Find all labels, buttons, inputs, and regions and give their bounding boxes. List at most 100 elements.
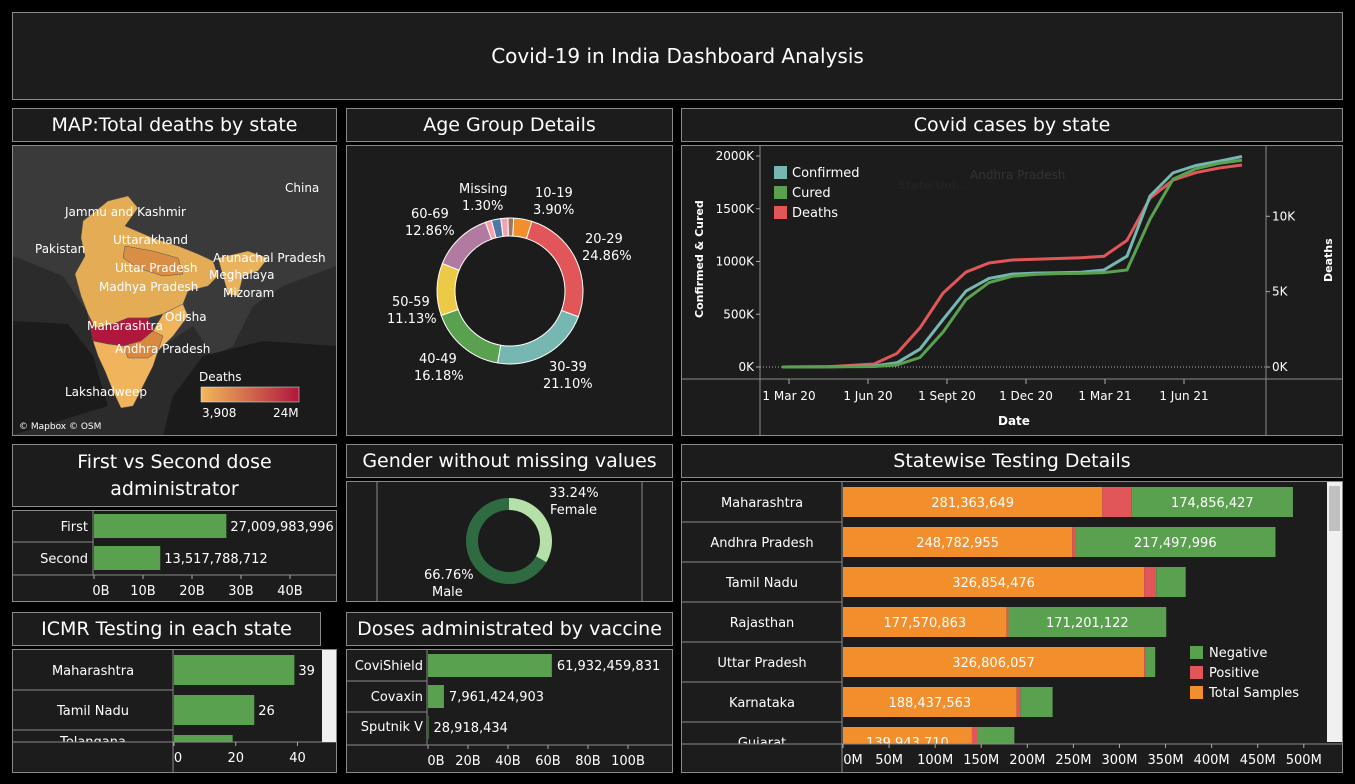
statewise-panel: Maharashtra 281,363,649 174,856,427 Andhra … <box>681 481 1343 773</box>
age-label-30-39-pct: 21.10% <box>543 377 593 392</box>
icmr-cat-tamil-nadu: Tamil Nadu <box>56 704 129 719</box>
state-bar-positive[interactable] <box>1144 647 1147 677</box>
vaccine-title: Doses administrated by vaccine <box>357 617 662 640</box>
icmr-bar-chart[interactable]: Maharashtra Tamil Nadu Telangana 3926 02… <box>13 650 336 772</box>
vac-bar-sputnik-v[interactable] <box>428 716 429 739</box>
cases-y-tick: 1000K <box>716 255 756 269</box>
legend-label-confirmed: Confirmed <box>792 166 860 181</box>
map-panel[interactable]: China Pakistan Jammu and Kashmir Uttarak… <box>12 145 337 436</box>
cases-title: Covid cases by state <box>913 113 1111 136</box>
vac-cat-sputnik: Sputnik V <box>361 720 423 735</box>
dose-bar-second[interactable] <box>94 546 161 570</box>
age-slice-30-39[interactable] <box>497 309 579 365</box>
gender-title: Gender without missing values <box>362 449 657 472</box>
india-map[interactable]: China Pakistan Jammu and Kashmir Uttarak… <box>13 146 336 435</box>
statewise-title-box: Statewise Testing Details <box>681 444 1343 478</box>
state-row-label: Tamil Nadu <box>725 576 798 591</box>
tooltip-value: Andhra Pradesh <box>970 168 1065 182</box>
vaccine-title-box: Doses administrated by vaccine <box>346 612 673 646</box>
icmr-value-label: 39 <box>298 664 315 679</box>
map-label-mp: Madhya Pradesh <box>99 280 198 294</box>
statewise-scrollbar-thumb[interactable] <box>1329 486 1340 531</box>
icmr-bar-tamil-nadu[interactable] <box>174 695 255 725</box>
dose-bar-chart[interactable]: First Second 27,009,983,996 13,517,788,71… <box>13 511 336 601</box>
state-bar-label: 174,856,427 <box>1171 496 1254 511</box>
cases-line-chart[interactable]: 0K 500K 1000K 1500K 2000K 0K 5K 10K 1 Mar 20 1 Ju… <box>682 146 1342 435</box>
age-slice-other-2[interactable] <box>507 217 515 237</box>
icmr-scrollbar[interactable] <box>322 650 336 742</box>
map-label-pakistan: Pakistan <box>35 242 85 256</box>
icmr-title-box: ICMR Testing in each state <box>12 612 321 646</box>
vac-cat-covaxin: Covaxin <box>371 690 423 705</box>
age-label-50-59-pct: 11.13% <box>387 312 437 327</box>
state-bar-positive[interactable] <box>1006 607 1009 637</box>
gender-female-label: Female <box>550 503 597 518</box>
state-legend-swatch-total <box>1190 686 1203 699</box>
vac-bar-covishield[interactable] <box>428 654 552 677</box>
map-label-maharashtra: Maharashtra <box>87 319 163 333</box>
dose-cat-first: First <box>61 520 88 535</box>
vaccine-bar-chart[interactable]: CoviShield Covaxin Sputnik V 61,932,459,… <box>347 650 672 772</box>
state-bar-label: 326,806,057 <box>952 656 1035 671</box>
age-donut-chart[interactable]: Missing 1.30% 10-19 3.90% 20-29 24.86% 6… <box>347 146 672 435</box>
age-slice-50-59[interactable] <box>436 262 460 317</box>
map-label-arunachal: Arunachal Pradesh <box>213 251 326 265</box>
vac-bar-covaxin[interactable] <box>428 685 444 708</box>
gender-male-pct: 66.76% <box>424 568 474 583</box>
icmr-cat-maharashtra: Maharashtra <box>52 664 134 679</box>
state-bar-positive[interactable] <box>1072 527 1076 557</box>
vac-value-label: 28,918,434 <box>434 721 508 736</box>
gender-male-label: Male <box>432 585 463 600</box>
cases-x-tick: 1 Jun 21 <box>1159 389 1208 403</box>
state-bar-negative[interactable] <box>1156 567 1186 597</box>
state-bar-positive[interactable] <box>1016 687 1021 717</box>
state-bar-negative[interactable] <box>1020 687 1053 717</box>
map-legend-title: Deaths <box>199 370 242 384</box>
icmr-x-tick: 40 <box>289 751 306 766</box>
state-legend-swatch-positive <box>1190 666 1203 679</box>
map-label-china: China <box>285 181 319 195</box>
dashboard-title: Covid-19 in India Dashboard Analysis <box>491 43 864 68</box>
cases-x-tick: 1 Mar 20 <box>762 389 815 403</box>
statewise-stacked-bar-chart[interactable]: Maharashtra 281,363,649 174,856,427 Andhra … <box>682 482 1342 772</box>
state-bar-label: 217,497,996 <box>1134 536 1217 551</box>
map-label-lakshadweep: Lakshadweep <box>65 385 147 399</box>
dose-value-label: 13,517,788,712 <box>164 552 267 567</box>
icmr-value-label: 26 <box>258 704 275 719</box>
age-title-box: Age Group Details <box>346 108 673 142</box>
legend-swatch-cured <box>774 186 787 199</box>
cases-y2-tick: 10K <box>1272 209 1296 223</box>
state-legend-total: Total Samples <box>1208 686 1299 701</box>
state-bar-positive[interactable] <box>1102 487 1132 517</box>
state-row-label: Andhra Pradesh <box>710 536 813 551</box>
state-legend-swatch-negative <box>1190 646 1203 659</box>
dose-bar-first[interactable] <box>94 514 227 538</box>
dose-title: First vs Second dose administrator <box>77 450 272 500</box>
cases-y-tick: 2000K <box>716 149 756 163</box>
cases-line-deaths[interactable] <box>781 163 1243 369</box>
cases-title-box: Covid cases by state <box>681 108 1343 142</box>
cases-line-cured[interactable] <box>781 158 1243 369</box>
state-x-tick: 200M <box>1009 753 1045 768</box>
state-bar-positive[interactable] <box>1144 567 1157 597</box>
age-label-60-69-name: 60-69 <box>411 207 449 222</box>
vac-x-tick: 20B <box>455 754 480 769</box>
vac-x-tick: 0B <box>427 754 444 769</box>
icmr-bar-maharashtra[interactable] <box>174 655 295 685</box>
cases-line-confirmed[interactable] <box>781 155 1243 369</box>
vaccine-panel: CoviShield Covaxin Sputnik V 61,932,459,… <box>346 649 673 773</box>
age-label-10-19-pct: 3.90% <box>533 203 574 218</box>
gender-slice-female[interactable] <box>509 498 552 563</box>
state-row-label: Karnataka <box>729 696 795 711</box>
state-x-tick: 500M <box>1286 753 1322 768</box>
age-label-missing-pct: 1.30% <box>462 199 503 214</box>
map-title-box: MAP:Total deaths by state <box>12 108 337 142</box>
statewise-title: Statewise Testing Details <box>893 449 1131 472</box>
age-label-30-39-name: 30-39 <box>549 360 587 375</box>
age-slice-20-29[interactable] <box>525 220 584 318</box>
gender-donut-chart[interactable]: 33.24% Female 66.76% Male <box>347 482 672 601</box>
legend-swatch-confirmed <box>774 166 787 179</box>
cases-panel: 0K 500K 1000K 1500K 2000K 0K 5K 10K 1 Mar 20 1 Ju… <box>681 145 1343 436</box>
state-bar-negative[interactable] <box>1146 647 1156 677</box>
cases-y-axis-label: Confirmed & Cured <box>693 200 706 318</box>
